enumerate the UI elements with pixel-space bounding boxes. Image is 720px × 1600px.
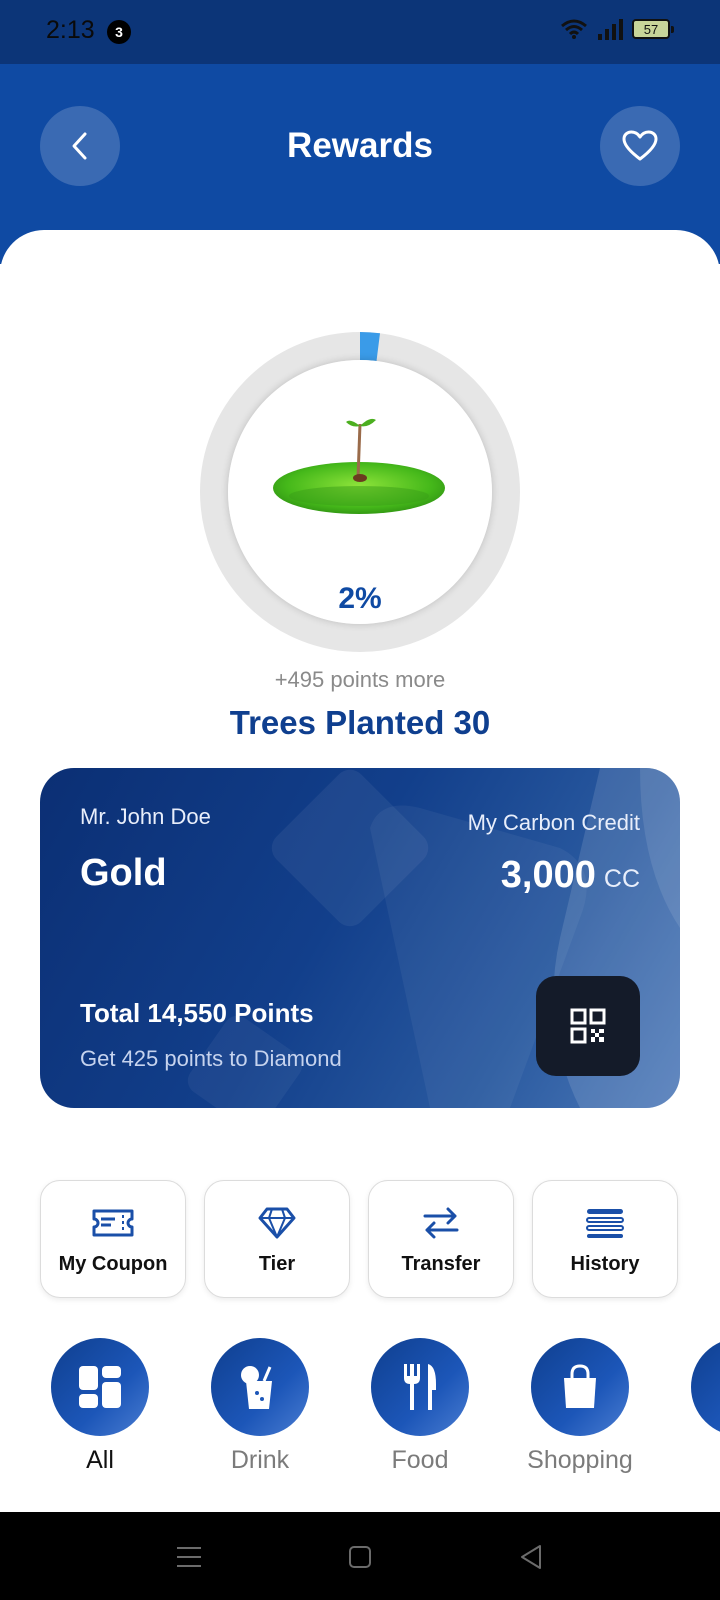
category-food-label: Food [391,1446,449,1474]
category-drink[interactable]: Drink [190,1338,330,1475]
category-all-label: All [86,1446,114,1474]
home-button[interactable] [343,1540,377,1574]
system-nav-bar [0,1512,720,1600]
recent-apps-button[interactable] [172,1540,206,1574]
status-bar: 2:13 3 57 [0,0,720,64]
tier-button[interactable]: Tier [204,1180,350,1298]
my-coupon-button[interactable]: My Coupon [40,1180,186,1298]
category-drink-label: Drink [230,1446,290,1474]
member-tier: Gold [80,852,167,894]
history-icon [586,1209,624,1238]
status-time: 2:13 [46,16,95,44]
action-tiles: My Coupon Tier Transfer History [40,1180,680,1298]
coupon-icon [92,1209,134,1237]
status-icons: 57 [560,18,674,40]
diamond-icon [258,1207,296,1239]
carbon-credit-unit: CC [603,865,640,893]
carbon-credit-label: My Carbon Credit [467,810,640,835]
heart-icon [622,130,658,161]
transfer-button[interactable]: Transfer [368,1180,514,1298]
qr-code-icon [570,1008,606,1044]
carbon-credit-value: 3,000 [500,854,596,896]
shopping-bag-icon [564,1364,596,1408]
tier-label: Tier [258,1253,296,1275]
history-label: History [570,1253,640,1275]
grid-icon [79,1366,121,1408]
category-all[interactable]: All [30,1338,170,1475]
menu-icon [177,1547,201,1567]
history-button[interactable]: History [532,1180,678,1298]
points-more-text: +495 points more [274,667,446,692]
notification-badge: 3 [107,20,131,44]
transfer-icon [423,1207,459,1239]
battery-icon: 57 [632,19,674,39]
transfer-label: Transfer [401,1253,481,1275]
category-food[interactable]: Food [350,1338,490,1475]
category-shopping-label: Shopping [527,1446,633,1474]
category-row: All Drink Food Shopping [0,1338,720,1488]
drink-icon [241,1366,272,1409]
signal-icon [598,19,623,40]
square-icon [349,1546,371,1568]
progress-percent: 2% [338,582,382,615]
member-name: Mr. John Doe [80,804,211,829]
category-shopping[interactable]: Shopping [510,1338,650,1475]
trees-planted-title: Trees Planted 30 [229,704,491,741]
category-partial-label: Fa [670,1446,720,1475]
wifi-icon [561,19,587,39]
triangle-back-icon [521,1545,541,1569]
total-points: Total 14,550 Points [80,998,314,1028]
next-tier-hint: Get 425 points to Diamond [80,1046,342,1071]
carbon-credit: 3,000 CC [501,854,640,897]
qr-code-button[interactable] [536,976,640,1076]
favorite-button[interactable] [600,106,680,186]
utensils-icon [404,1364,436,1410]
membership-card[interactable]: Mr. John Doe Gold My Carbon Credit 3,000… [40,768,680,1108]
system-back-button[interactable] [514,1540,548,1574]
battery-level: 57 [643,21,659,37]
category-partial[interactable]: Fa [670,1338,720,1475]
my-coupon-label: My Coupon [58,1253,168,1275]
tree-progress-ring: 2% [200,332,520,652]
